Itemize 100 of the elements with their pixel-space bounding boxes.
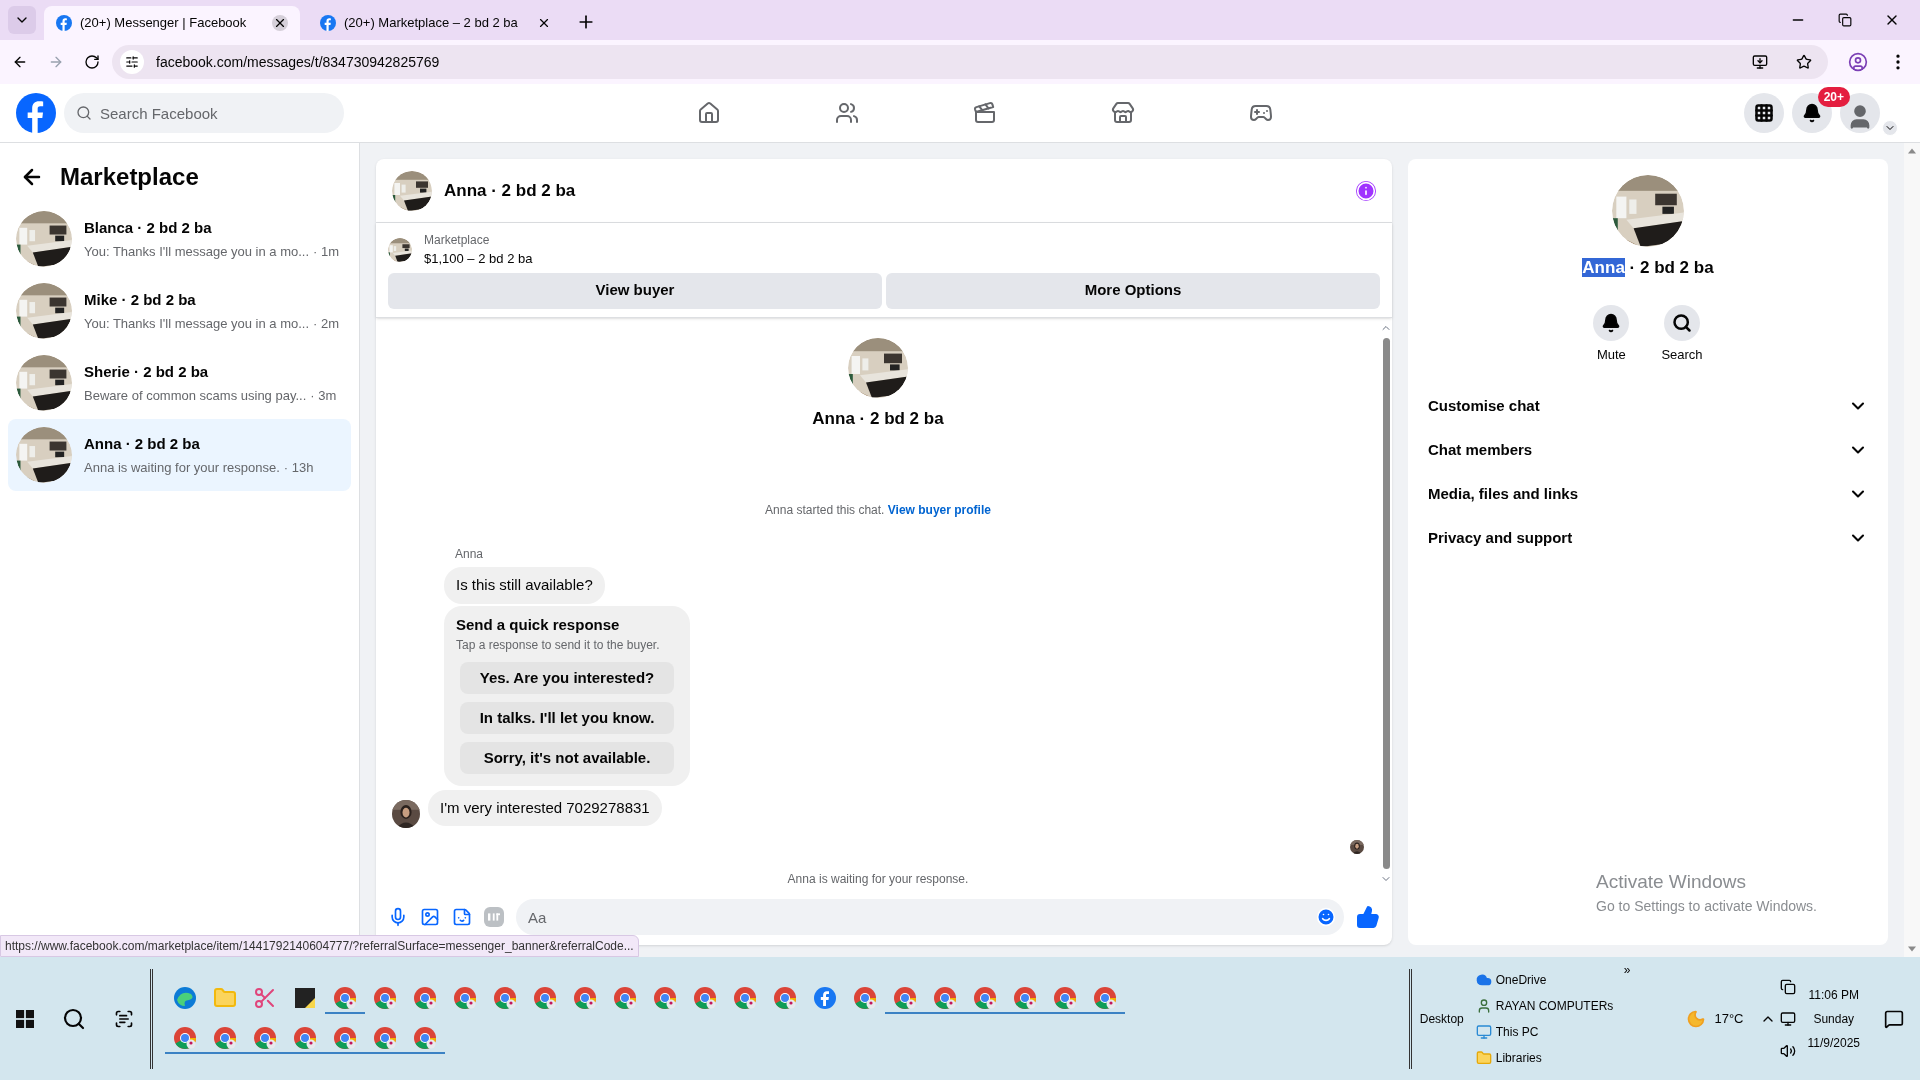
panel-title: Marketplace bbox=[60, 162, 199, 192]
chat-preview: Anna is waiting for your response. bbox=[84, 458, 280, 477]
desktop-toolbar-label[interactable]: Desktop bbox=[1419, 1009, 1464, 1028]
search-icon bbox=[76, 105, 92, 121]
more-options-button[interactable]: More Options bbox=[886, 272, 1380, 309]
message-field[interactable]: Aa bbox=[516, 899, 1344, 935]
profile-icon[interactable] bbox=[1848, 52, 1868, 72]
chat-time: · 3m bbox=[310, 386, 337, 405]
info-icon[interactable] bbox=[1356, 180, 1376, 201]
bell-icon bbox=[1802, 103, 1822, 123]
quick-response-title: Send a quick response bbox=[456, 614, 621, 635]
waiting-note: Anna is waiting for your response. bbox=[786, 871, 970, 888]
quick-response-button[interactable]: In talks. I'll let you know. bbox=[460, 702, 674, 734]
notifications-icon[interactable] bbox=[1884, 1008, 1904, 1029]
scroll-down-icon[interactable] bbox=[1908, 945, 1916, 953]
toolbar-more[interactable]: » bbox=[1623, 961, 1631, 979]
volume-icon[interactable] bbox=[1779, 1042, 1796, 1059]
browser-tab[interactable]: (20+) Marketplace – 2 bd 2 ba bbox=[308, 6, 564, 40]
back-icon[interactable] bbox=[12, 54, 28, 70]
chat-list-item[interactable]: Anna · 2 bd 2 ba Anna is waiting for your response. · 13h bbox=[8, 419, 351, 491]
moon-icon bbox=[1686, 1008, 1707, 1029]
clock-time: 11:06 PM bbox=[1808, 986, 1859, 1004]
accordion-item[interactable]: Privacy and support bbox=[1424, 516, 1872, 560]
status-url: https://www.facebook.com/marketplace/item/1441792140604777/?referralSurface=messenger_banner&referralCode... bbox=[0, 935, 639, 957]
address-bar[interactable]: facebook.com/messages/t/834730942825769 bbox=[112, 45, 1828, 79]
facebook-icon bbox=[56, 15, 72, 31]
search-icon[interactable] bbox=[62, 1006, 86, 1031]
view-buyer-button[interactable]: View buyer bbox=[388, 272, 882, 309]
tray-app-icon[interactable] bbox=[1779, 978, 1796, 995]
bookmark-icon[interactable] bbox=[1796, 54, 1812, 70]
like-icon[interactable] bbox=[1356, 905, 1380, 929]
temperature: 17°C bbox=[1714, 1009, 1744, 1028]
chat-name: Anna · 2 bd 2 ba bbox=[84, 434, 201, 454]
sender-name: Anna bbox=[455, 546, 485, 563]
chat-list-item[interactable]: Blanca · 2 bd 2 ba You: Thanks I'll message you in a mo... · 1m bbox=[8, 203, 351, 275]
listing-title: $1,100 – 2 bd 2 ba bbox=[424, 250, 533, 268]
network-icon[interactable] bbox=[1779, 1010, 1796, 1027]
start-icon[interactable] bbox=[16, 1009, 34, 1028]
chat-time: · 2m bbox=[313, 314, 340, 333]
conversation-title: Anna · 2 bd 2 ba bbox=[444, 179, 577, 202]
tab-title: (20+) Marketplace – 2 bd 2 ba bbox=[344, 14, 519, 33]
chat-time: · 1m bbox=[313, 242, 340, 261]
image-icon[interactable] bbox=[420, 907, 440, 927]
message-bubble: Is this still available? bbox=[444, 567, 605, 604]
search-field[interactable]: Search Facebook bbox=[64, 93, 344, 133]
scroll-up-icon[interactable] bbox=[1908, 147, 1916, 155]
video-icon[interactable] bbox=[973, 101, 997, 125]
clock-date: 11/9/2025 bbox=[1807, 1034, 1860, 1052]
chat-name: Sherie · 2 bd 2 ba bbox=[84, 362, 210, 382]
bell-icon bbox=[1601, 312, 1622, 333]
listing-label: Marketplace bbox=[424, 232, 491, 249]
chat-preview: Beware of common scams using pay... bbox=[84, 386, 307, 405]
chat-started-note: Anna started this chat. View buyer profile bbox=[764, 502, 992, 519]
accordion-item[interactable]: Chat members bbox=[1424, 428, 1872, 472]
toolbar-item[interactable]: RAYAN COMPUTERs bbox=[1495, 996, 1614, 1015]
activation-text: Go to Settings to activate Windows. bbox=[1596, 897, 1817, 916]
monitor-icon bbox=[1475, 1023, 1492, 1040]
home-icon[interactable] bbox=[697, 101, 721, 125]
accordion-item[interactable]: Customise chat bbox=[1424, 384, 1872, 428]
folder-icon bbox=[1475, 1049, 1492, 1066]
chat-list-item[interactable]: Mike · 2 bd 2 ba You: Thanks I'll message you in a mo... · 2m bbox=[8, 275, 351, 347]
chat-name: Blanca · 2 bd 2 ba bbox=[84, 218, 213, 238]
chat-preview: You: Thanks I'll message you in a mo... bbox=[84, 314, 310, 333]
chat-name: Mike · 2 bd 2 ba bbox=[84, 290, 197, 310]
quick-response-button[interactable]: Yes. Are you interested? bbox=[460, 662, 674, 694]
install-icon[interactable] bbox=[1752, 54, 1768, 70]
friends-icon[interactable] bbox=[835, 101, 859, 125]
tab-list-button[interactable] bbox=[8, 6, 36, 34]
chat-list-item[interactable]: Sherie · 2 bd 2 ba Beware of common scams using pay... · 3m bbox=[8, 347, 351, 419]
view-buyer-profile-link[interactable]: View buyer profile bbox=[887, 503, 991, 517]
activation-title: Activate Windows bbox=[1596, 869, 1747, 894]
grid-icon bbox=[1754, 103, 1774, 123]
facebook-logo[interactable] bbox=[16, 93, 56, 133]
clock-day: Sunday bbox=[1813, 1009, 1855, 1028]
facebook-icon bbox=[320, 15, 336, 31]
reload-icon[interactable] bbox=[84, 54, 100, 70]
close-icon[interactable] bbox=[272, 15, 288, 31]
accordion-item[interactable]: Media, files and links bbox=[1424, 472, 1872, 516]
chat-preview: You: Thanks I'll message you in a mo... bbox=[84, 242, 310, 261]
chat-time: · 13h bbox=[283, 458, 314, 477]
url-text: facebook.com/messages/t/834730942825769 bbox=[156, 52, 441, 72]
search-icon bbox=[1672, 312, 1692, 333]
store-icon[interactable] bbox=[1111, 101, 1135, 125]
site-info-icon[interactable] bbox=[120, 50, 144, 74]
sticker-icon[interactable] bbox=[452, 907, 472, 927]
message-bubble: I'm very interested 7029278831 bbox=[428, 789, 662, 827]
quick-response-subtitle: Tap a response to send it to the buyer. bbox=[456, 637, 661, 654]
restore-icon[interactable] bbox=[1838, 13, 1852, 27]
profile-name: Anna · 2 bd 2 ba bbox=[1582, 257, 1714, 279]
notification-badge: 20+ bbox=[1817, 87, 1850, 107]
profile-name: Anna · 2 bd 2 ba bbox=[812, 407, 944, 430]
microphone-icon[interactable] bbox=[388, 907, 408, 927]
task-view-icon[interactable] bbox=[114, 1008, 134, 1029]
toolbar-item[interactable]: This PC bbox=[1495, 1022, 1539, 1041]
toolbar-item[interactable]: OneDrive bbox=[1495, 970, 1547, 989]
tab-title: (20+) Messenger | Facebook bbox=[80, 14, 248, 33]
menu-button[interactable] bbox=[1744, 93, 1784, 133]
browser-tab[interactable]: (20+) Messenger | Facebook bbox=[44, 6, 300, 40]
toolbar-item[interactable]: Libraries bbox=[1495, 1048, 1542, 1067]
quick-response-button[interactable]: Sorry, it's not available. bbox=[460, 742, 674, 774]
